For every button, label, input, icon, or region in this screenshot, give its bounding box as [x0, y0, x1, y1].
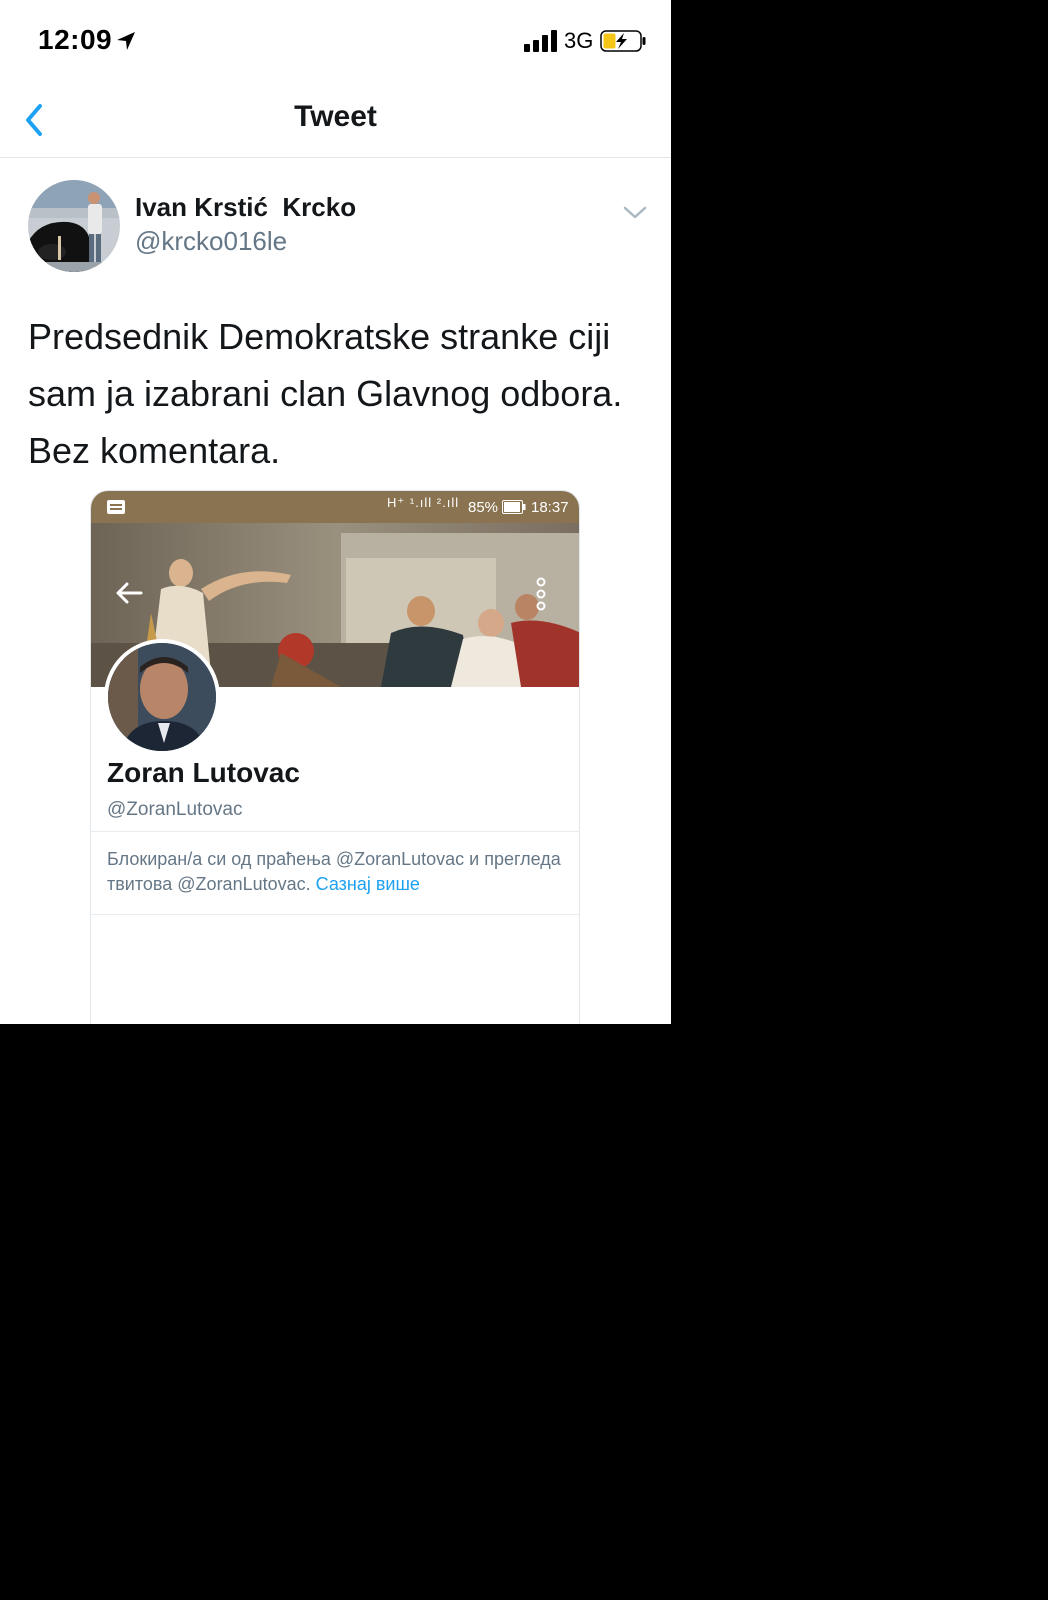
media-signal: H⁺ ¹.ıll ².ıll — [387, 495, 460, 510]
profile-handle: @ZoranLutovac — [107, 799, 243, 820]
chevron-down-icon[interactable] — [620, 200, 650, 224]
tweet-text-line: Predsednik Demokratske stranke ciji — [28, 316, 611, 357]
battery-charging-icon — [600, 30, 646, 52]
media-status-bar: H⁺ ¹.ıll ².ıll 85% 18:37 — [91, 491, 579, 523]
signal-icon — [524, 30, 557, 52]
divider — [91, 914, 579, 915]
notification-icon — [107, 500, 125, 514]
status-time: 12:09 — [38, 24, 113, 55]
learn-more-link[interactable]: Сазнај више — [316, 874, 420, 894]
tweet-text: Predsednik Demokratske stranke ciji sam … — [28, 308, 648, 479]
page-title: Tweet — [294, 100, 377, 133]
back-arrow-icon[interactable] — [115, 581, 143, 605]
phone-screen: 12:09 3G Tweet Ivan Krstić Krcko @krcko0… — [0, 0, 671, 1024]
author-handle[interactable]: @krcko016le — [135, 226, 287, 257]
tweet-text-line: Bez komentara. — [28, 430, 281, 471]
media-battery-percent: 85% — [468, 499, 499, 516]
tweet-media-image[interactable]: H⁺ ¹.ıll ².ıll 85% 18:37 Zoran Lutovac @… — [90, 490, 580, 1024]
tweet-text-line: sam ja izabrani clan Glavnog odbora. — [28, 373, 623, 414]
blocked-notice: Блокиран/а си од праћења @ZoranLutovac и… — [107, 847, 567, 897]
location-arrow-icon — [117, 32, 135, 50]
media-status-time: 18:37 — [531, 499, 569, 516]
more-vertical-icon[interactable] — [535, 577, 547, 611]
author-avatar[interactable] — [28, 180, 120, 272]
status-bar: 12:09 3G — [0, 0, 671, 82]
divider — [91, 831, 579, 832]
profile-avatar — [104, 639, 220, 755]
network-type: 3G — [564, 28, 594, 53]
nav-bar: Tweet — [0, 82, 671, 158]
author-name[interactable]: Ivan Krstić Krcko — [135, 192, 356, 223]
profile-name: Zoran Lutovac — [107, 757, 300, 788]
battery-icon — [502, 500, 526, 514]
